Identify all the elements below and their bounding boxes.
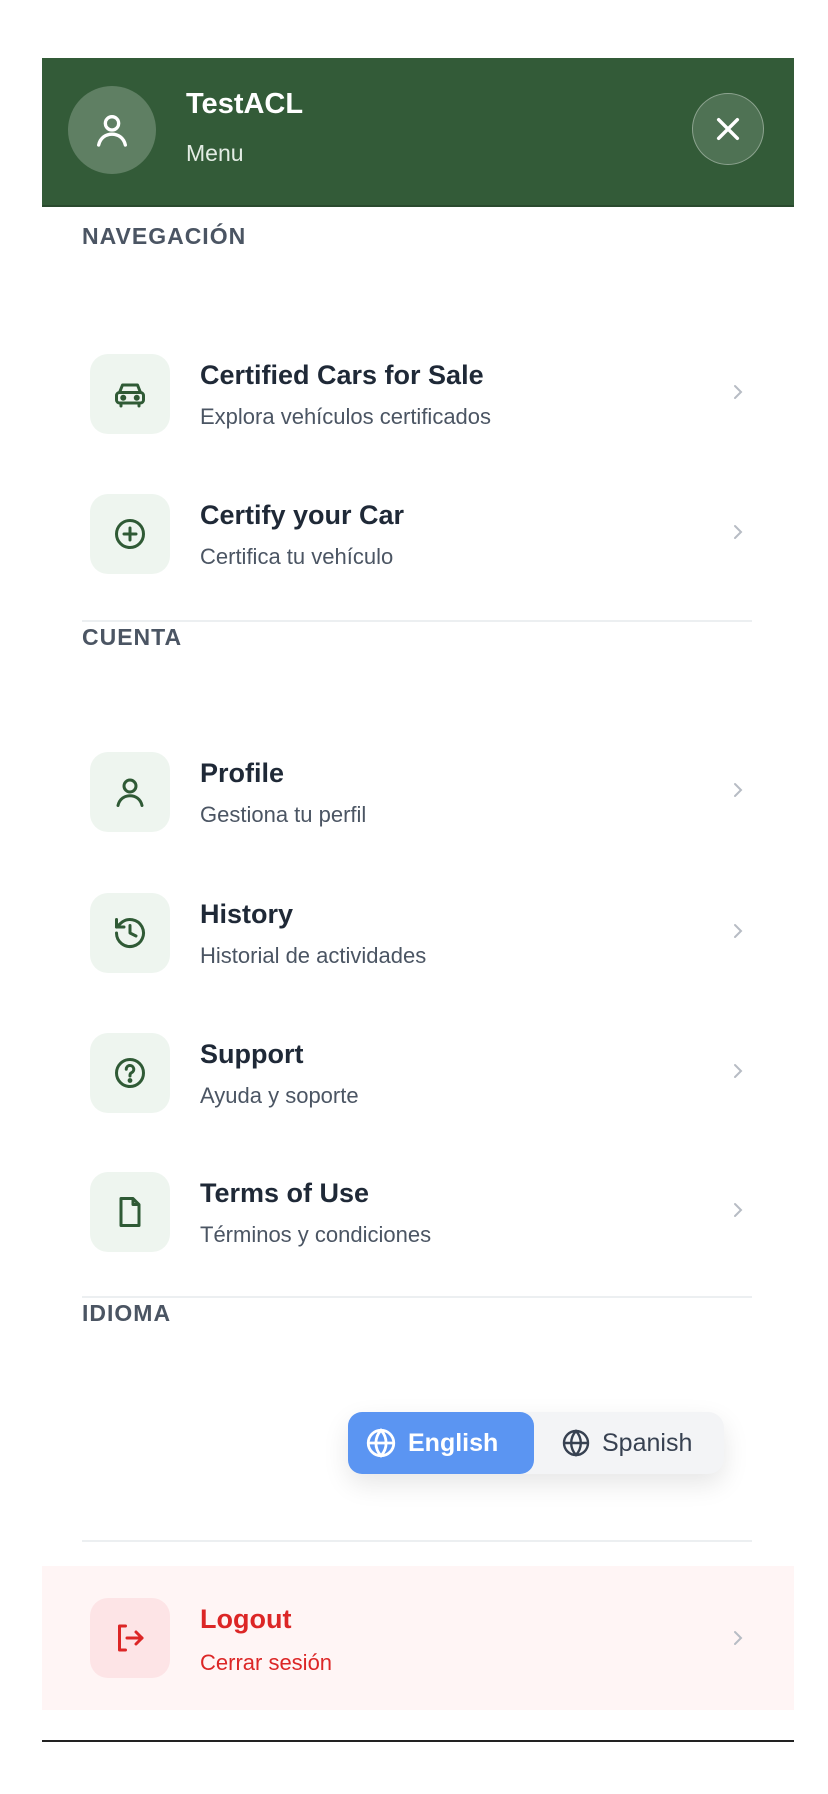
menu-item-terms[interactable]: Terms of Use Términos y condiciones <box>42 1154 794 1270</box>
menu-item-label: Terms of Use <box>200 1178 370 1208</box>
menu-item-profile[interactable]: Profile Gestiona tu perfil <box>42 734 794 850</box>
section-divider <box>82 1296 752 1298</box>
chevron-right-icon <box>734 1064 743 1078</box>
language-label: English <box>408 1428 499 1457</box>
menu-item-description: Historial de actividades <box>200 943 427 968</box>
menu-header: TestACL Menu <box>42 58 794 207</box>
menu-item-support[interactable]: Support Ayuda y soporte <box>42 1015 794 1131</box>
globe-icon <box>366 1428 396 1458</box>
section-divider <box>82 1540 752 1542</box>
user-name: TestACL <box>186 88 304 120</box>
menu-item-label: Certified Cars for Sale <box>200 360 484 390</box>
car-icon <box>115 383 145 408</box>
section-divider <box>82 620 752 622</box>
logout-label: Logout <box>200 1604 292 1634</box>
menu-item-label: History <box>200 899 294 929</box>
avatar <box>68 86 156 174</box>
chevron-right-icon <box>734 525 743 539</box>
bottom-divider <box>42 1740 794 1742</box>
plus-circle-icon <box>115 519 145 549</box>
menu-item-description: Explora vehículos certificados <box>200 404 492 429</box>
chevron-right-icon <box>734 1203 743 1217</box>
file-icon <box>119 1197 141 1227</box>
help-circle-icon <box>115 1058 145 1088</box>
logout-description: Cerrar sesión <box>200 1650 333 1675</box>
menu-item-description: Certifica tu vehículo <box>200 544 394 569</box>
user-icon <box>97 115 128 147</box>
chevron-right-icon <box>734 1631 743 1645</box>
language-toggle: English Spanish <box>348 1412 724 1474</box>
side-menu-panel: TestACL Menu NAVEGACIÓN Certified Cars f… <box>42 58 794 1738</box>
language-option-spanish[interactable]: Spanish <box>544 1412 724 1474</box>
menu-item-description: Términos y condiciones <box>200 1222 432 1247</box>
history-icon <box>115 918 145 949</box>
menu-item-certify-car[interactable]: Certify your Car Certifica tu vehículo <box>42 476 794 592</box>
close-button[interactable] <box>692 93 764 165</box>
globe-icon <box>562 1429 590 1457</box>
menu-item-label: Support <box>200 1039 304 1069</box>
menu-item-history[interactable]: History Historial de actividades <box>42 875 794 991</box>
section-title-navigation: NAVEGACIÓN <box>82 223 247 249</box>
logout-icon <box>118 1624 144 1652</box>
user-icon <box>116 778 144 807</box>
menu-subtitle: Menu <box>186 140 244 166</box>
menu-item-description: Gestiona tu perfil <box>200 802 367 827</box>
section-title-account: CUENTA <box>82 624 183 650</box>
menu-item-certified-cars[interactable]: Certified Cars for Sale Explora vehículo… <box>42 336 794 452</box>
menu-item-label: Certify your Car <box>200 500 405 530</box>
language-label: Spanish <box>602 1428 693 1457</box>
chevron-right-icon <box>734 385 743 399</box>
section-title-language: IDIOMA <box>82 1300 172 1326</box>
menu-item-description: Ayuda y soporte <box>200 1083 359 1108</box>
close-icon <box>716 117 740 141</box>
language-option-english[interactable]: English <box>348 1412 534 1474</box>
menu-item-label: Profile <box>200 758 285 788</box>
chevron-right-icon <box>734 924 743 938</box>
logout-button[interactable]: Logout Cerrar sesión <box>42 1566 794 1710</box>
chevron-right-icon <box>734 783 743 797</box>
